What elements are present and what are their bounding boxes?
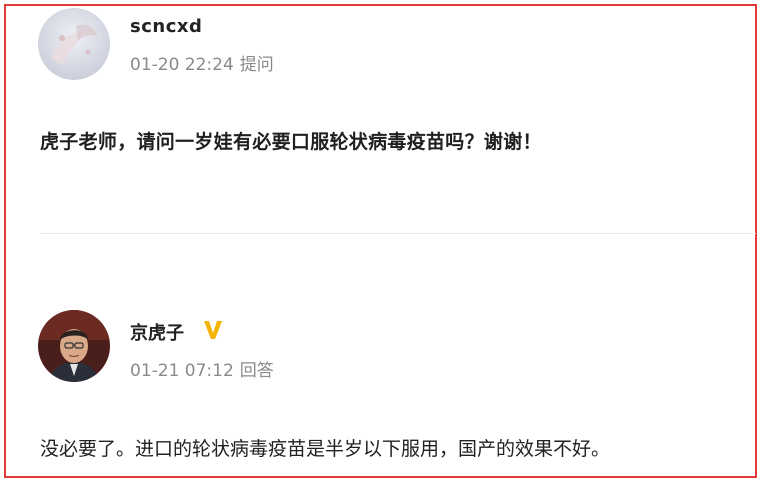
divider [40,233,756,234]
answerer-avatar[interactable] [38,310,110,382]
answerer-username[interactable]: 京虎子 [130,319,184,345]
highlight-frame [4,4,757,478]
answer-action: 回答 [239,361,274,381]
asker-username[interactable]: scncxd [130,16,202,37]
answer-time: 01-21 07:12 [130,361,234,381]
answer-meta: 01-21 07:12 回答 [130,356,274,381]
question-meta: 01-20 22:24 提问 [130,50,274,75]
asker-avatar[interactable] [38,8,110,80]
question-time: 01-20 22:24 [130,55,234,75]
question-text: 虎子老师，请问一岁娃有必要口服轮状病毒疫苗吗？谢谢！ [40,131,542,153]
answer-text: 没必要了。进口的轮状病毒疫苗是半岁以下服用，国产的效果不好。 [40,438,611,460]
verified-badge-icon [204,321,222,339]
question-action: 提问 [239,55,274,75]
